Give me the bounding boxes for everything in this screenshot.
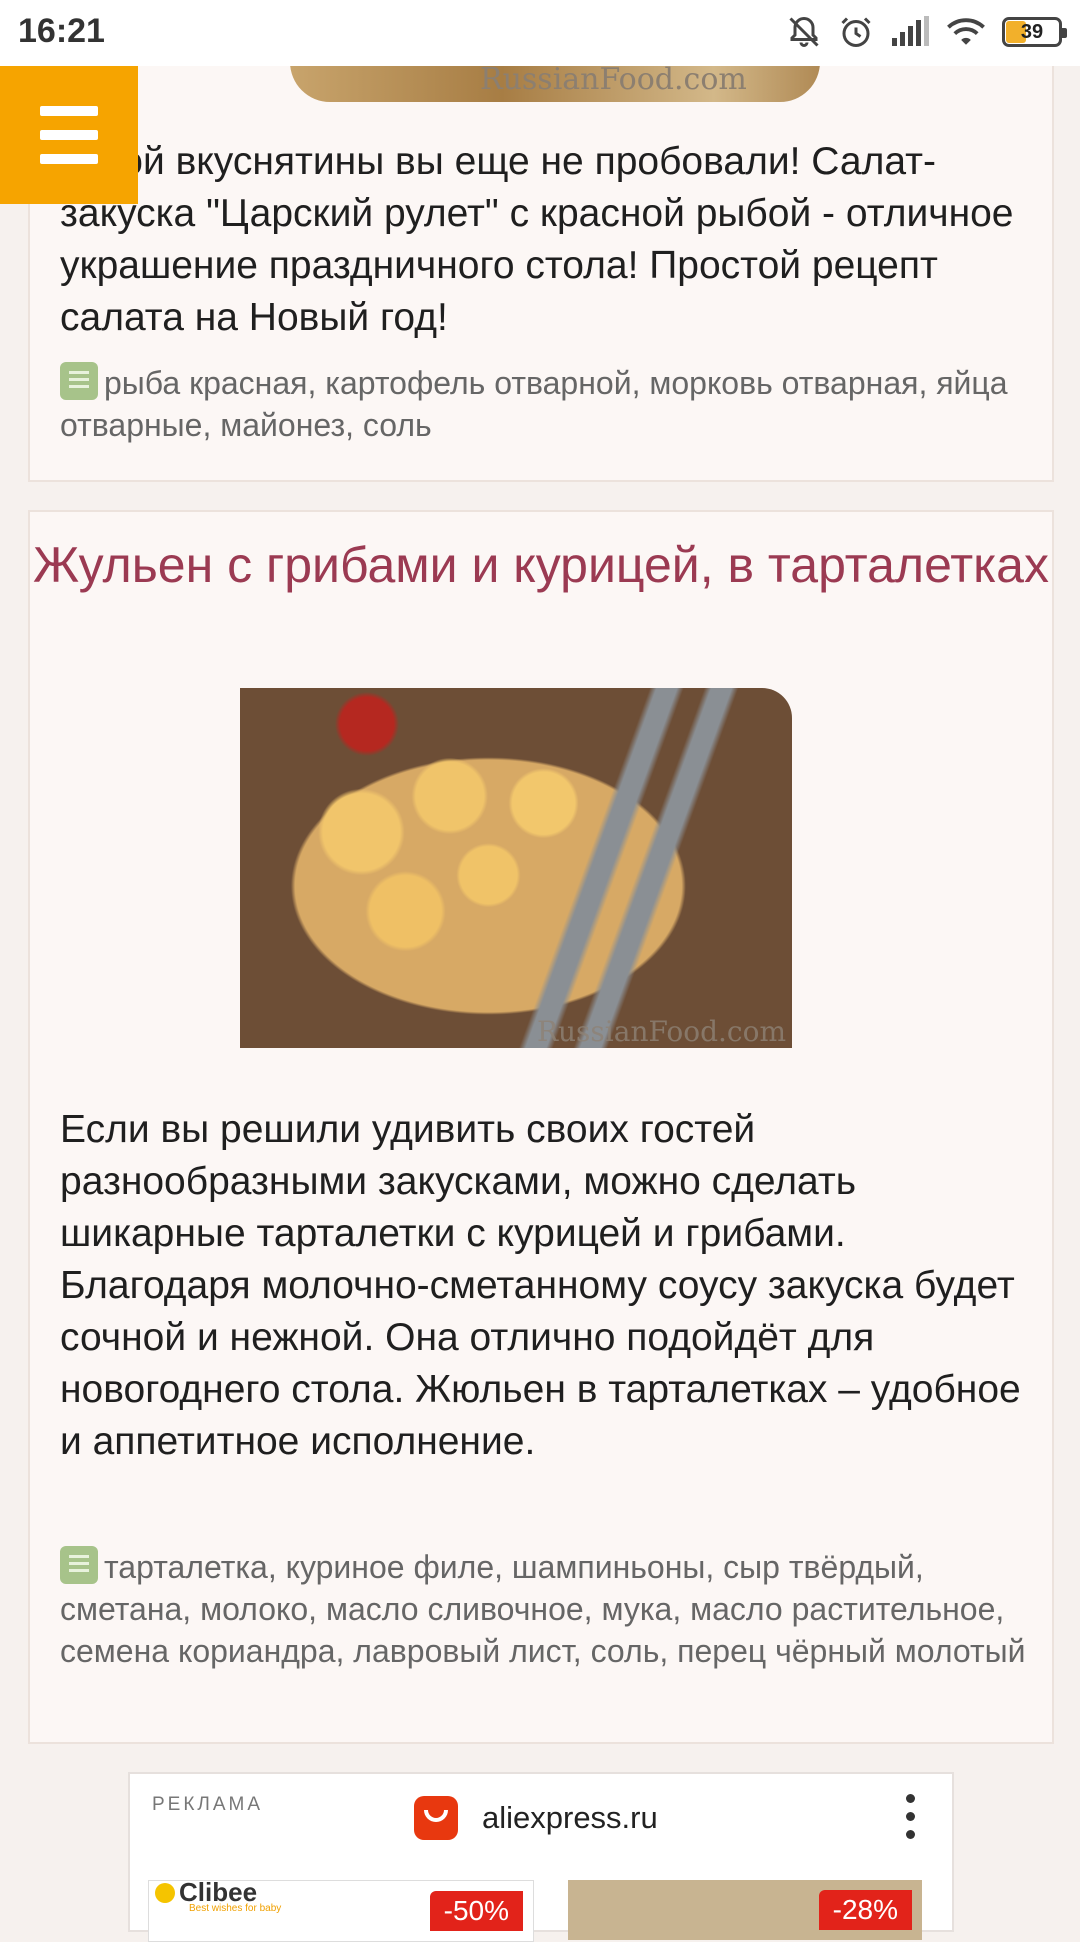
recipe-card[interactable]: RussianFood.com Такой вкуснятины вы еще … (28, 40, 1054, 482)
wifi-icon (946, 16, 986, 48)
recipe-description: Если вы решили удивить своих гостей разн… (60, 1108, 1021, 1463)
battery-level: 39 (1020, 21, 1044, 43)
recipe-ingredients: тарталетка, куриное филе, шампиньоны, сы… (60, 1546, 1040, 1672)
ad-domain[interactable]: aliexpress.ru (482, 1800, 658, 1836)
discount-badge: -50% (429, 1891, 523, 1931)
more-options-icon[interactable] (906, 1794, 916, 1839)
recipe-ingredients: рыба красная, картофель отварной, морков… (60, 362, 1050, 446)
recipe-image[interactable]: RussianFood.com (290, 62, 820, 106)
bell-off-icon (786, 14, 822, 50)
recipe-image[interactable]: RussianFood.com (240, 688, 792, 1048)
ad-product[interactable]: -28% (568, 1880, 922, 1940)
ingredients-list-icon (60, 362, 98, 400)
battery-icon: 39 (1002, 17, 1067, 47)
hamburger-menu-icon[interactable] (0, 66, 138, 204)
ingredients-text: рыба красная, картофель отварной, морков… (60, 365, 1008, 443)
ad-label: РЕКЛАМА (152, 1794, 264, 1815)
image-watermark: RussianFood.com (536, 1015, 786, 1048)
image-watermark: RussianFood.com (480, 62, 747, 97)
status-bar: 16:21 39 (0, 0, 1080, 66)
aliexpress-logo-icon (414, 1796, 458, 1840)
ingredients-list-icon (60, 1546, 98, 1584)
signal-icon (890, 16, 930, 48)
recipe-description: Такой вкуснятины вы еще не пробовали! Са… (60, 140, 1014, 339)
status-time: 16:21 (18, 12, 105, 50)
ad-brand-tagline: Best wishes for baby (189, 1903, 282, 1914)
ad-block[interactable]: РЕКЛАМА aliexpress.ru Clibee Best wishes… (128, 1772, 954, 1942)
alarm-icon (838, 14, 874, 50)
discount-badge: -28% (818, 1890, 912, 1930)
ingredients-text: тарталетка, куриное филе, шампиньоны, сы… (60, 1549, 1026, 1669)
ad-product[interactable]: Clibee Best wishes for baby -50% (148, 1877, 534, 1942)
recipe-title[interactable]: Жульен с грибами и курицей, в тарталетка… (30, 532, 1052, 598)
status-icons: 39 (786, 12, 1067, 52)
recipe-card[interactable]: Жульен с грибами и курицей, в тарталетка… (28, 510, 1054, 1744)
